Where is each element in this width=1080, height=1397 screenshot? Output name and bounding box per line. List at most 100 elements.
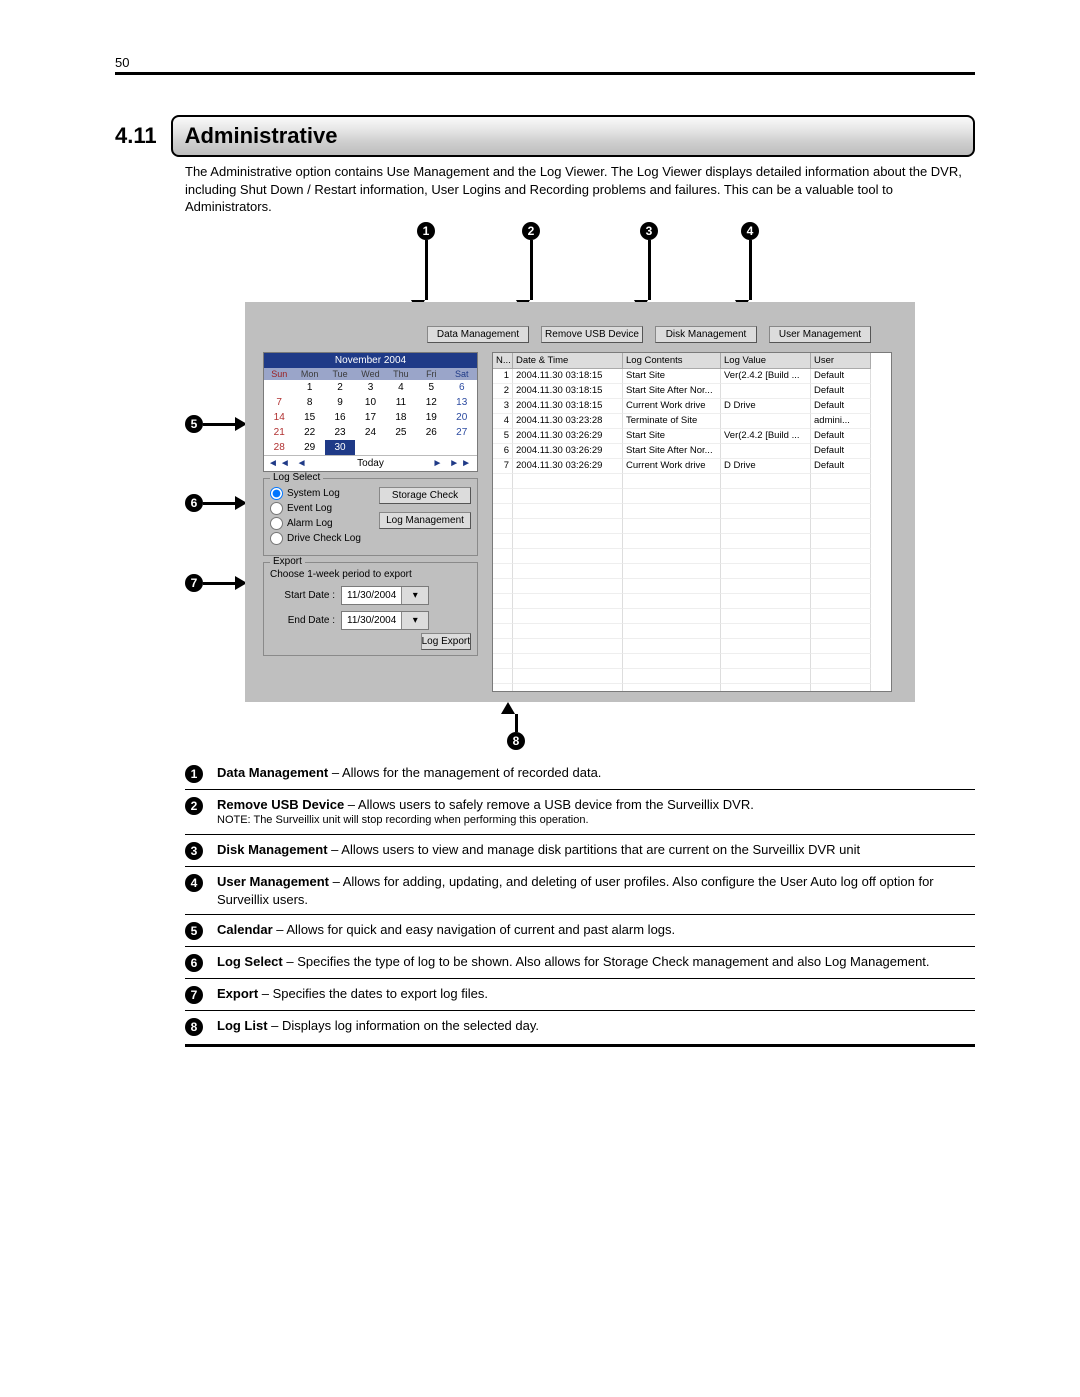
calendar-day[interactable]: 23 <box>325 425 355 440</box>
table-cell: Default <box>811 399 871 414</box>
disk-management-button[interactable]: Disk Management <box>655 326 757 343</box>
calendar-day[interactable]: 25 <box>386 425 416 440</box>
storage-check-button[interactable]: Storage Check <box>379 487 471 504</box>
table-cell <box>513 519 623 534</box>
calendar-day[interactable]: 11 <box>386 395 416 410</box>
export-title: Export <box>270 556 305 567</box>
calendar-dow: SunMonTueWedThuFriSat <box>264 368 477 380</box>
table-cell: Default <box>811 444 871 459</box>
calendar-day[interactable]: 18 <box>386 410 416 425</box>
table-cell <box>623 579 721 594</box>
table-header[interactable]: Date & Time <box>513 353 623 369</box>
calendar-day[interactable]: 7 <box>264 395 294 410</box>
end-date-value: 11/30/2004 <box>342 615 401 626</box>
table-cell: 2004.11.30 03:26:29 <box>513 429 623 444</box>
remove-usb-device-button[interactable]: Remove USB Device <box>541 326 643 343</box>
callout-badge: 5 <box>185 415 203 433</box>
table-cell: D Drive <box>721 459 811 474</box>
calendar-day[interactable]: 13 <box>447 395 477 410</box>
legend-item: 2Remove USB Device – Allows users to saf… <box>185 790 975 835</box>
radio-input[interactable] <box>270 532 283 545</box>
calendar-day[interactable]: 1 <box>294 380 324 395</box>
calendar-day[interactable]: 10 <box>355 395 385 410</box>
calendar-day[interactable]: 3 <box>355 380 385 395</box>
calendar-day[interactable]: 19 <box>416 410 446 425</box>
calendar-prev-icon[interactable]: ◄◄ ◄ <box>268 458 308 469</box>
log-export-button[interactable]: Log Export <box>421 633 471 650</box>
table-cell <box>811 564 871 579</box>
table-cell <box>811 609 871 624</box>
table-row[interactable]: 12004.11.30 03:18:15Start SiteVer(2.4.2 … <box>493 369 891 384</box>
log-select-option[interactable]: Drive Check Log <box>270 532 471 545</box>
legend-item: 6Log Select – Specifies the type of log … <box>185 947 975 979</box>
dropdown-icon[interactable]: ▾ <box>401 612 428 629</box>
log-select-group: Log Select System LogEvent LogAlarm LogD… <box>263 478 478 556</box>
table-row <box>493 474 891 489</box>
table-header[interactable]: Log Contents <box>623 353 721 369</box>
table-header[interactable]: Log Value <box>721 353 811 369</box>
table-cell <box>721 579 811 594</box>
log-management-button[interactable]: Log Management <box>379 512 471 529</box>
radio-input[interactable] <box>270 487 283 500</box>
user-management-button[interactable]: User Management <box>769 326 871 343</box>
calendar-day[interactable]: 26 <box>416 425 446 440</box>
table-row[interactable]: 72004.11.30 03:26:29Current Work driveD … <box>493 459 891 474</box>
table-cell <box>721 534 811 549</box>
table-cell <box>721 654 811 669</box>
calendar-nav[interactable]: ◄◄ ◄ Today ► ►► <box>264 455 477 471</box>
table-row[interactable]: 32004.11.30 03:18:15Current Work driveD … <box>493 399 891 414</box>
calendar-day[interactable]: 4 <box>386 380 416 395</box>
calendar-next-icon[interactable]: ► ►► <box>433 458 473 469</box>
legend-text: Log List – Displays log information on t… <box>217 1017 975 1036</box>
table-cell <box>493 639 513 654</box>
callout-3: 3 <box>640 222 658 312</box>
table-header[interactable]: User <box>811 353 871 369</box>
calendar[interactable]: November 2004 SunMonTueWedThuFriSat .123… <box>263 352 478 472</box>
calendar-day[interactable]: 24 <box>355 425 385 440</box>
start-date-input[interactable]: 11/30/2004 ▾ <box>341 586 429 605</box>
calendar-day[interactable]: 30 <box>325 440 355 455</box>
calendar-day[interactable]: 2 <box>325 380 355 395</box>
dropdown-icon[interactable]: ▾ <box>401 587 428 604</box>
calendar-day[interactable]: 9 <box>325 395 355 410</box>
calendar-day[interactable]: 20 <box>447 410 477 425</box>
calendar-day[interactable]: 16 <box>325 410 355 425</box>
legend-item: 4User Management – Allows for adding, up… <box>185 867 975 915</box>
table-row <box>493 549 891 564</box>
calendar-day[interactable]: 27 <box>447 425 477 440</box>
table-cell <box>721 384 811 399</box>
calendar-day[interactable]: 21 <box>264 425 294 440</box>
calendar-day[interactable]: 6 <box>447 380 477 395</box>
table-row <box>493 564 891 579</box>
table-cell <box>623 564 721 579</box>
radio-label: Alarm Log <box>287 518 333 529</box>
callout-badge: 1 <box>417 222 435 240</box>
table-cell <box>513 564 623 579</box>
table-row[interactable]: 52004.11.30 03:26:29Start SiteVer(2.4.2 … <box>493 429 891 444</box>
radio-input[interactable] <box>270 502 283 515</box>
calendar-day[interactable]: 29 <box>294 440 324 455</box>
table-row[interactable]: 42004.11.30 03:23:28Terminate of Siteadm… <box>493 414 891 429</box>
calendar-day[interactable]: 15 <box>294 410 324 425</box>
end-date-input[interactable]: 11/30/2004 ▾ <box>341 611 429 630</box>
table-cell <box>493 684 513 692</box>
top-button-row: Data Management Remove USB Device Disk Man… <box>427 326 871 343</box>
calendar-today-button[interactable]: Today <box>357 458 384 469</box>
calendar-day[interactable]: 5 <box>416 380 446 395</box>
calendar-day[interactable]: 17 <box>355 410 385 425</box>
data-management-button[interactable]: Data Management <box>427 326 529 343</box>
table-cell <box>811 549 871 564</box>
calendar-day[interactable]: 8 <box>294 395 324 410</box>
calendar-day[interactable]: 22 <box>294 425 324 440</box>
table-row[interactable]: 62004.11.30 03:26:29Start Site After Nor… <box>493 444 891 459</box>
table-header[interactable]: N... <box>493 353 513 369</box>
calendar-day[interactable]: 12 <box>416 395 446 410</box>
log-table[interactable]: N...Date & TimeLog ContentsLog ValueUser… <box>492 352 892 692</box>
calendar-day: . <box>355 440 385 455</box>
callout-badge: 3 <box>185 842 203 860</box>
calendar-day[interactable]: 28 <box>264 440 294 455</box>
radio-input[interactable] <box>270 517 283 530</box>
table-row[interactable]: 22004.11.30 03:18:15Start Site After Nor… <box>493 384 891 399</box>
callout-badge: 6 <box>185 494 203 512</box>
calendar-day[interactable]: 14 <box>264 410 294 425</box>
